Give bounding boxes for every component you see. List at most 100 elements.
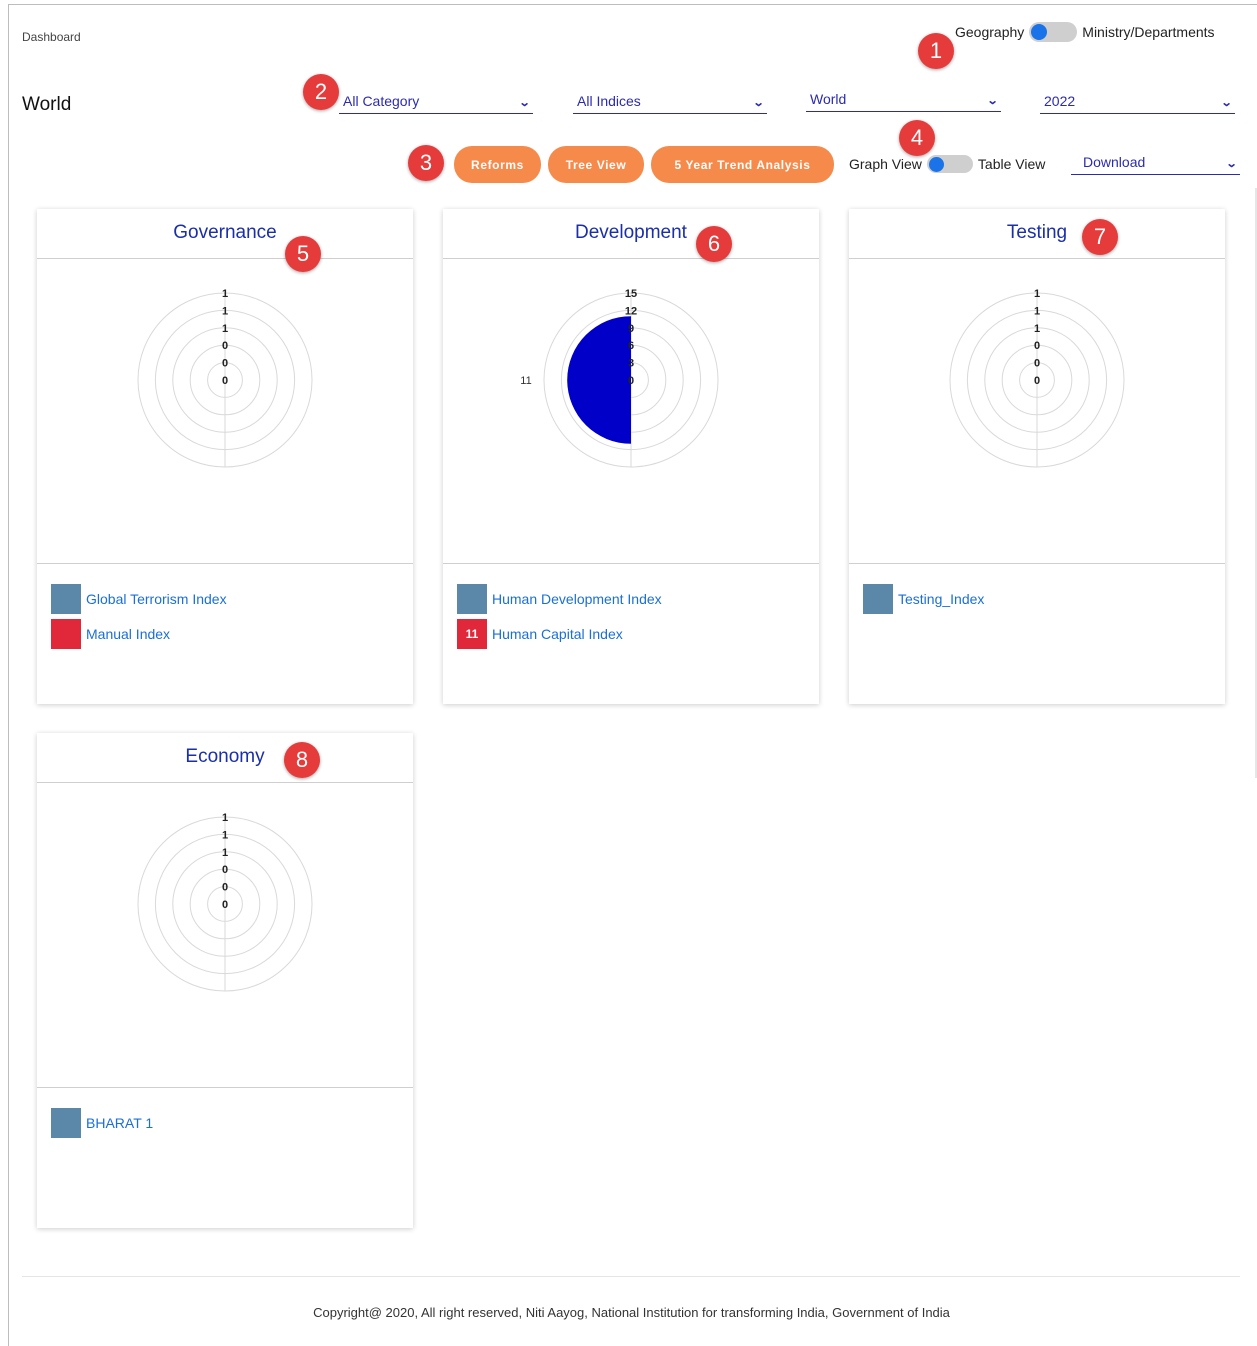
polar-chart-svg: 0 0 0 1 1 1	[137, 812, 313, 992]
card-governance: Governance 0 0 0 1 1 1 Global Terrorism Index…	[37, 209, 413, 704]
graph-table-toggle[interactable]: Graph View Table View	[849, 155, 1045, 173]
polar-tick-label: 1	[222, 323, 228, 335]
card-title: Economy	[37, 733, 413, 783]
annotation-badge: 5	[285, 236, 321, 272]
polar-tick-label: 0	[222, 899, 228, 911]
polar-tick-label: 0	[222, 358, 228, 370]
polar-tick-label: 1	[1034, 305, 1040, 317]
annotation-badge: 2	[303, 74, 339, 110]
legend-label[interactable]: Testing_Index	[898, 591, 984, 607]
polar-tick-label: 3	[628, 358, 634, 370]
download-select-value: Download	[1083, 154, 1146, 170]
chevron-down-icon: ⌄	[518, 97, 531, 109]
legend-swatch	[51, 619, 81, 649]
legend-item[interactable]: Human Development Index	[457, 584, 805, 614]
annotation-badge: 6	[696, 226, 732, 262]
card-economy: Economy 0 0 0 1 1 1 BHARAT 1	[37, 733, 413, 1228]
polar-chart: 11 0 3 6 9 12 15	[443, 259, 819, 564]
legend-swatch	[863, 584, 893, 614]
polar-tick-label: 0	[628, 375, 634, 387]
indices-select[interactable]: All Indices ⌄	[573, 88, 767, 114]
tree-view-button[interactable]: Tree View	[548, 146, 644, 183]
geography-switch[interactable]	[1029, 22, 1078, 42]
legend-item[interactable]: BHARAT 1	[51, 1108, 399, 1138]
annotation-badge: 1	[918, 33, 954, 69]
legend-label[interactable]: Human Development Index	[492, 591, 662, 607]
annotation-badge: 4	[899, 120, 935, 156]
trend-analysis-button[interactable]: 5 Year Trend Analysis	[651, 146, 834, 183]
view-switch[interactable]	[926, 155, 973, 173]
toggle-label-ministry: Ministry/Departments	[1082, 24, 1215, 40]
annotation-badge: 8	[284, 742, 320, 778]
footer-divider	[22, 1276, 1240, 1277]
region-select-value: World	[810, 91, 847, 107]
chart-legend: BHARAT 1	[37, 1088, 413, 1138]
legend-item[interactable]: Manual Index	[51, 619, 399, 649]
polar-tick-label: 15	[625, 288, 637, 300]
annotation-badge: 7	[1082, 219, 1118, 255]
polar-tick-label: 0	[1034, 358, 1040, 370]
chevron-down-icon: ⌄	[986, 95, 999, 107]
chevron-down-icon: ⌄	[752, 97, 765, 109]
card-testing: Testing 0 0 0 1 1 1 Testing_Index	[849, 209, 1225, 704]
footer-copyright: Copyright@ 2020, All right reserved, Nit…	[313, 1305, 950, 1320]
chevron-down-icon: ⌄	[1225, 158, 1238, 170]
switch-knob	[1031, 24, 1048, 40]
polar-tick-label: 6	[628, 340, 634, 352]
chevron-down-icon: ⌄	[1220, 97, 1233, 109]
polar-series-label: 11	[520, 375, 531, 387]
legend-swatch	[51, 584, 81, 614]
polar-tick-label: 1	[222, 847, 228, 859]
legend-label[interactable]: Human Capital Index	[492, 626, 623, 642]
polar-tick-label: 1	[222, 288, 228, 300]
polar-chart: 0 0 0 1 1 1	[37, 783, 413, 1088]
polar-tick-label: 0	[222, 340, 228, 352]
reforms-button[interactable]: Reforms	[454, 146, 541, 183]
polar-tick-label: 1	[222, 305, 228, 317]
chart-legend: Human Development Index 11 Human Capital …	[443, 564, 819, 649]
toggle-label-table: Table View	[977, 156, 1046, 172]
legend-swatch: 11	[457, 619, 487, 649]
region-select[interactable]: World ⌄	[806, 86, 1001, 112]
indices-select-value: All Indices	[577, 93, 641, 109]
polar-tick-label: 1	[222, 812, 228, 824]
legend-label[interactable]: BHARAT 1	[86, 1115, 153, 1131]
chart-legend: Global Terrorism Index Manual Index	[37, 564, 413, 649]
polar-chart-svg: 11 0 3 6 9 12 15	[520, 288, 719, 468]
card-title: Development	[443, 209, 819, 259]
download-select[interactable]: Download ⌄	[1071, 148, 1240, 175]
legend-item[interactable]: Global Terrorism Index	[51, 584, 399, 614]
card-development: Development 11 0 3 6 9 12 15 Human Development…	[443, 209, 819, 704]
year-select[interactable]: 2022 ⌄	[1040, 88, 1235, 114]
polar-tick-label: 1	[1034, 323, 1040, 335]
chart-legend: Testing_Index	[849, 564, 1225, 614]
page-title: World	[22, 94, 72, 115]
year-select-value: 2022	[1044, 93, 1076, 109]
legend-swatch	[457, 584, 487, 614]
polar-chart-svg: 0 0 0 1 1 1	[137, 288, 313, 468]
polar-chart: 0 0 0 1 1 1	[849, 259, 1225, 564]
polar-tick-label: 1	[1034, 288, 1040, 300]
polar-tick-label: 0	[222, 375, 228, 387]
polar-tick-label: 0	[222, 882, 228, 894]
polar-chart: 0 0 0 1 1 1	[37, 259, 413, 564]
category-select[interactable]: All Category ⌄	[339, 88, 533, 114]
card-title: Governance	[37, 209, 413, 259]
polar-series-sector	[567, 316, 631, 444]
polar-tick-label: 1	[222, 829, 228, 841]
legend-item[interactable]: 11 Human Capital Index	[457, 619, 805, 649]
switch-knob	[928, 156, 944, 172]
polar-chart-svg: 0 0 0 1 1 1	[949, 288, 1125, 468]
legend-item[interactable]: Testing_Index	[863, 584, 1211, 614]
toggle-label-graph: Graph View	[849, 156, 922, 172]
polar-tick-label: 12	[625, 305, 637, 317]
polar-tick-label: 0	[1034, 375, 1040, 387]
polar-tick-label: 0	[222, 864, 228, 876]
annotation-badge: 3	[408, 145, 444, 181]
toggle-label-geography: Geography	[955, 24, 1025, 40]
polar-tick-label: 9	[628, 323, 634, 335]
legend-label[interactable]: Manual Index	[86, 626, 170, 642]
breadcrumb[interactable]: Dashboard	[22, 30, 81, 44]
legend-label[interactable]: Global Terrorism Index	[86, 591, 227, 607]
geography-ministry-toggle[interactable]: Geography Ministry/Departments	[955, 22, 1215, 42]
